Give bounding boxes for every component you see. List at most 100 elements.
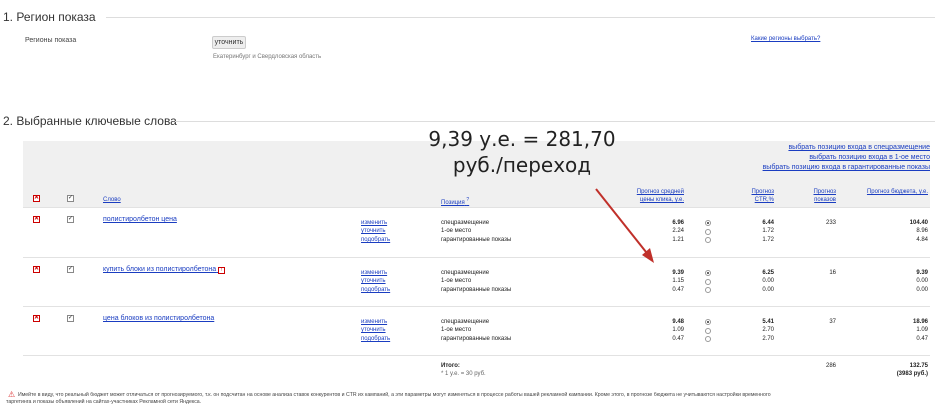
first-place-link[interactable]: выбрать позицию входа в 1-ое место xyxy=(763,153,930,163)
row-actions: изменить уточнить подобрать xyxy=(361,318,390,343)
position-radio[interactable] xyxy=(705,220,711,226)
position-radio[interactable] xyxy=(705,237,711,243)
position-first: 1-ое место xyxy=(441,327,472,334)
delete-all-icon[interactable]: ✕ xyxy=(33,195,40,202)
pick-link[interactable]: подобрать xyxy=(361,286,390,294)
ctr-value: 5.41 xyxy=(762,319,774,325)
row-checkbox[interactable]: ✓ xyxy=(67,266,74,273)
position-radio[interactable] xyxy=(705,328,711,334)
ctr-value: 0.00 xyxy=(762,286,774,293)
ctr-values: 6.44 1.72 1.72 xyxy=(740,219,774,244)
row-divider xyxy=(23,355,930,356)
header-shows[interactable]: Прогноз показов xyxy=(806,188,836,205)
price-value: 0.47 xyxy=(672,335,684,342)
position-special: спецразмещение xyxy=(441,220,490,226)
position-links: выбрать позицию входа в спецразмещение в… xyxy=(763,143,930,173)
header-budget[interactable]: Прогноз бюджета, у.е. xyxy=(866,188,928,196)
delete-row-icon[interactable]: ✕ xyxy=(33,216,40,223)
total-budget: 132.75 (3983 руб.) xyxy=(866,362,928,379)
price-annotation: 9,39 у.е. = 281,70 руб./переход xyxy=(412,126,632,178)
annotation-line-2: руб./переход xyxy=(452,153,592,177)
shows-value: 16 xyxy=(829,270,836,276)
budget-value: 0.00 xyxy=(916,286,928,293)
price-value: 0.47 xyxy=(672,286,684,293)
position-radio[interactable] xyxy=(705,287,711,293)
price-values: 9.39 1.15 0.47 xyxy=(650,269,684,294)
divider xyxy=(106,17,935,18)
position-first: 1-ое место xyxy=(441,278,472,285)
budget-value: 104.40 xyxy=(909,220,928,226)
total-label: Итого: xyxy=(441,363,460,369)
edit-link[interactable]: изменить xyxy=(361,269,390,277)
ctr-value: 2.70 xyxy=(762,327,774,334)
select-all-checkbox[interactable]: ✓ xyxy=(67,195,74,202)
ctr-value: 1.72 xyxy=(762,236,774,243)
refine-link[interactable]: уточнить xyxy=(361,277,390,285)
header-word[interactable]: Слово xyxy=(103,196,121,204)
row-divider xyxy=(23,306,930,307)
ctr-values: 6.25 0.00 0.00 xyxy=(740,269,774,294)
budget-value: 8.96 xyxy=(916,228,928,235)
budget-value: 0.47 xyxy=(916,335,928,342)
total-budget-value: 132.75 xyxy=(909,363,928,369)
budget-value: 9.39 xyxy=(916,270,928,276)
budget-value: 18.96 xyxy=(912,319,928,325)
row-checkbox[interactable]: ✓ xyxy=(67,216,74,223)
budget-value: 1.09 xyxy=(916,327,928,334)
budget-value: 0.00 xyxy=(916,278,928,285)
regions-label: Регионы показа xyxy=(25,37,77,44)
position-radio[interactable] xyxy=(705,279,711,285)
positions-list: спецразмещение 1-ое место гарантированны… xyxy=(441,269,511,294)
warning-flag-icon: ! xyxy=(218,267,226,274)
footer-note: Имейте в виду, что реальный бюджет может… xyxy=(6,392,933,406)
header-ctr[interactable]: Прогноз CTR,% xyxy=(740,188,774,205)
keyword-link[interactable]: цена блоков из полистиролбетона xyxy=(103,315,214,323)
delete-row-icon[interactable]: ✕ xyxy=(33,266,40,273)
price-value: 9.39 xyxy=(672,270,684,276)
refine-region-button[interactable]: уточнить xyxy=(212,36,246,49)
position-radio[interactable] xyxy=(705,336,711,342)
pick-link[interactable]: подобрать xyxy=(361,335,390,343)
ctr-value: 0.00 xyxy=(762,278,774,285)
row-divider xyxy=(23,257,930,258)
header-position-help: ? xyxy=(466,197,470,203)
keyword-text: купить блоки из полистиролбетона xyxy=(103,266,217,273)
row-checkbox[interactable]: ✓ xyxy=(67,315,74,322)
special-placement-link[interactable]: выбрать позицию входа в спецразмещение xyxy=(763,143,930,153)
header-position-label: Позиция xyxy=(441,200,465,206)
annotation-line-1: 9,39 у.е. = 281,70 xyxy=(428,127,616,151)
shows-value: 233 xyxy=(825,220,836,226)
position-guaranteed: гарантированные показы xyxy=(441,335,512,342)
budget-value: 4.84 xyxy=(916,236,928,243)
refine-link[interactable]: уточнить xyxy=(361,326,390,334)
ctr-value: 6.25 xyxy=(762,270,774,276)
currency-note: * 1 у.е. = 30 руб. xyxy=(441,371,486,378)
edit-link[interactable]: изменить xyxy=(361,219,390,227)
pick-link[interactable]: подобрать xyxy=(361,236,390,244)
budget-values: 18.96 1.09 0.47 xyxy=(880,318,928,343)
guaranteed-link[interactable]: выбрать позицию входа в гарантированные … xyxy=(763,163,930,173)
positions-list: спецразмещение 1-ое место гарантированны… xyxy=(441,318,511,343)
edit-link[interactable]: изменить xyxy=(361,318,390,326)
ctr-value: 1.72 xyxy=(762,228,774,235)
region-value: Екатеринбург и Свердловская область xyxy=(213,54,322,60)
warning-icon: ⚠ xyxy=(8,390,16,399)
keyword-link[interactable]: полистиролбетон цена xyxy=(103,216,177,224)
which-regions-link[interactable]: Какие регионы выбрать? xyxy=(751,36,820,42)
shows-value: 37 xyxy=(829,319,836,325)
total-block: Итого: * 1 у.е. = 30 руб. xyxy=(441,362,486,379)
header-position[interactable]: Позиция ? xyxy=(441,196,469,207)
budget-values: 9.39 0.00 0.00 xyxy=(880,269,928,294)
position-radio[interactable] xyxy=(705,319,711,325)
position-radio[interactable] xyxy=(705,229,711,235)
position-special: спецразмещение xyxy=(441,270,490,276)
refine-link[interactable]: уточнить xyxy=(361,227,390,235)
total-budget-rub: (3983 руб.) xyxy=(896,371,928,378)
row-actions: изменить уточнить подобрать xyxy=(361,219,390,244)
price-values: 9.48 1.09 0.47 xyxy=(650,318,684,343)
annotation-arrow-icon xyxy=(595,188,654,263)
delete-row-icon[interactable]: ✕ xyxy=(33,315,40,322)
section-keywords-title: 2. Выбранные ключевые слова xyxy=(3,114,177,128)
keyword-link[interactable]: купить блоки из полистиролбетона ! xyxy=(103,266,226,274)
position-radio[interactable] xyxy=(705,270,711,276)
